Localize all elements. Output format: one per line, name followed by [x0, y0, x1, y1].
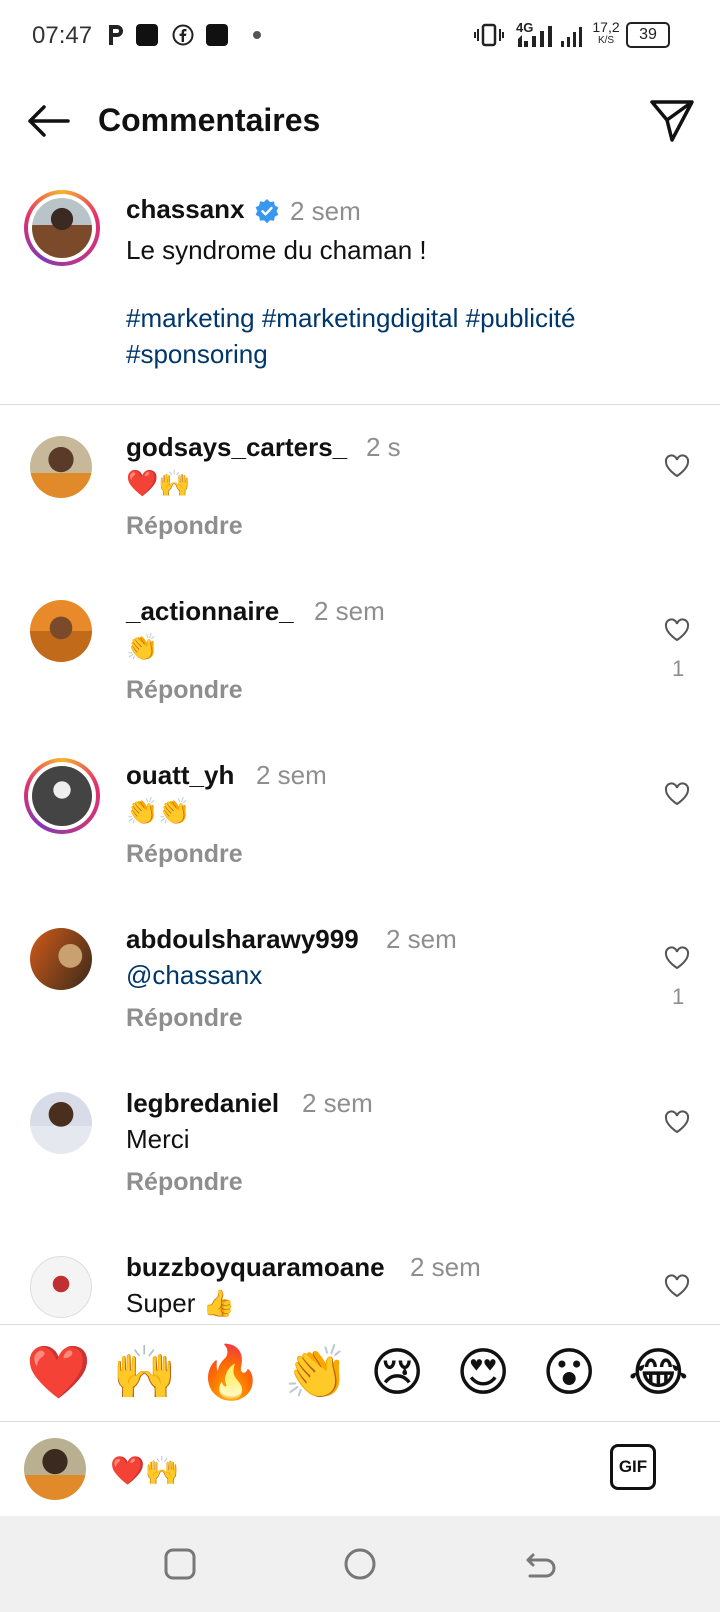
reply-button[interactable]: Répondre: [126, 512, 243, 541]
emoji-clap-button[interactable]: 👏: [284, 1343, 349, 1403]
comment-username[interactable]: _actionnaire_: [126, 596, 294, 627]
battery-level: 39: [639, 26, 657, 43]
system-nav-bar: [0, 1516, 720, 1612]
arrow-left-icon[interactable]: [24, 96, 74, 146]
like-count: 1: [672, 984, 685, 1009]
heart-icon[interactable]: [664, 1274, 690, 1298]
comment-time: 2 sem: [410, 1252, 481, 1282]
heart-icon[interactable]: [664, 1110, 690, 1134]
home-icon[interactable]: [342, 1546, 378, 1582]
back-icon[interactable]: [522, 1546, 558, 1582]
recents-icon[interactable]: [162, 1546, 198, 1582]
caption-avatar[interactable]: [24, 190, 100, 266]
avatar[interactable]: [24, 758, 100, 834]
comment-text: 👏👏: [126, 796, 191, 826]
parking-icon: [106, 22, 126, 48]
avatar[interactable]: [30, 436, 92, 498]
like-count: 1: [672, 656, 685, 681]
page-title: Commentaires: [98, 102, 321, 138]
comment-time: 2 sem: [314, 596, 385, 626]
signal-icon: [516, 24, 554, 50]
caption-hashtags[interactable]: #marketing #marketingdigital #publicité …: [126, 300, 686, 372]
comment-input[interactable]: ❤️🙌: [110, 1454, 180, 1487]
facebook-icon: [172, 22, 194, 48]
comment-text: ❤️🙌: [126, 468, 191, 498]
status-time: 07:47: [32, 22, 93, 49]
comment-time: 2 sem: [256, 760, 327, 790]
avatar[interactable]: [30, 1092, 92, 1154]
caption-text: Le syndrome du chaman !: [126, 235, 427, 265]
current-user-avatar: [24, 1438, 86, 1500]
net-speed-unit: K/S: [597, 35, 615, 46]
app-icon: [136, 22, 158, 48]
comment-username[interactable]: godsays_carters_: [126, 432, 347, 463]
net-speed-value: 17,2: [592, 19, 620, 35]
reply-button[interactable]: Répondre: [126, 676, 243, 705]
heart-icon[interactable]: [664, 946, 690, 970]
verified-badge-icon: [254, 198, 280, 224]
avatar[interactable]: [30, 928, 92, 990]
app-icon: [206, 22, 228, 48]
emoji-fire-button[interactable]: 🔥: [198, 1343, 263, 1403]
avatar[interactable]: [30, 1256, 92, 1318]
battery-icon: 39: [626, 22, 670, 48]
net-speed: 17,2 K/S: [592, 20, 620, 48]
divider: [0, 404, 720, 405]
comment-username[interactable]: abdoulsharawy999: [126, 924, 359, 955]
comments-header: Commentaires: [0, 80, 720, 160]
reply-button[interactable]: Répondre: [126, 1004, 243, 1033]
heart-icon[interactable]: [664, 454, 690, 478]
emoji-heart-button[interactable]: ❤️: [26, 1343, 91, 1403]
comment-username[interactable]: buzzboyquaramoane: [126, 1252, 385, 1283]
caption-username[interactable]: chassanx: [126, 194, 245, 225]
comment-text: Super 👍: [126, 1288, 235, 1318]
comment-time: 2 sem: [386, 924, 457, 954]
emoji-heart-eyes-button[interactable]: 😍: [456, 1343, 510, 1403]
comment-username[interactable]: legbredaniel: [126, 1088, 279, 1119]
heart-icon[interactable]: [664, 618, 690, 642]
emoji-raising-hands-button[interactable]: 🙌: [112, 1343, 177, 1403]
emoji-laughing-button[interactable]: 😂: [628, 1343, 689, 1403]
emoji-quick-bar: ❤️ 🙌 🔥 👏 😢 😍 😮 😂: [0, 1324, 720, 1422]
reply-button[interactable]: Répondre: [126, 1168, 243, 1197]
paper-plane-icon[interactable]: [646, 94, 698, 146]
avatar[interactable]: [30, 600, 92, 662]
comment-username[interactable]: ouatt_yh: [126, 760, 234, 791]
comment-text: Merci: [126, 1124, 190, 1154]
comment-text: 👏: [126, 632, 159, 662]
status-bar: 07:47 4G 17,2 K/S 39: [0, 0, 720, 72]
comment-time: 2 s: [366, 432, 401, 462]
dot-icon: [252, 22, 262, 48]
gif-button[interactable]: GIF: [610, 1444, 656, 1490]
emoji-crying-button[interactable]: 😢: [370, 1343, 424, 1403]
vibrate-icon: [474, 22, 504, 48]
comment-time: 2 sem: [302, 1088, 373, 1118]
caption-time: 2 sem: [290, 196, 361, 226]
comment-mention[interactable]: @chassanx: [126, 960, 262, 991]
heart-icon[interactable]: [664, 782, 690, 806]
reply-button[interactable]: Répondre: [126, 840, 243, 869]
comment-input-bar: ❤️🙌 GIF: [0, 1424, 720, 1516]
emoji-surprised-button[interactable]: 😮: [542, 1343, 596, 1403]
signal-icon-2: [560, 24, 584, 50]
